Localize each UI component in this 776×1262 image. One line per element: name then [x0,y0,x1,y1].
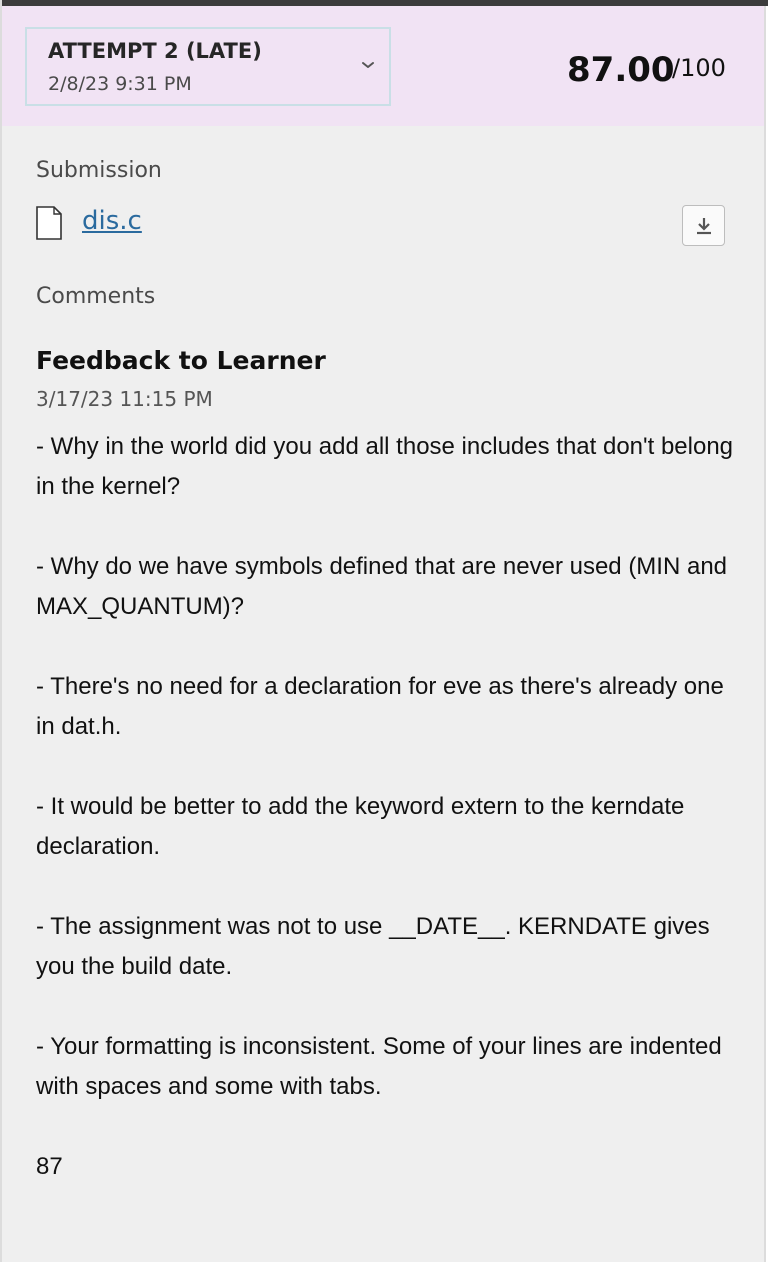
feedback-title: Feedback to Learner [36,346,326,375]
download-button[interactable] [682,205,725,246]
grading-panel: ATTEMPT 2 (LATE) 2/8/23 9:31 PM 87.00 /1… [0,0,768,1262]
feedback-paragraph: - Why in the world did you add all those… [36,433,734,500]
feedback-text: - Why in the world did you add all those… [36,427,748,1187]
attempt-score-max: /100 [672,54,726,82]
file-icon [36,206,62,240]
attempt-selector[interactable]: ATTEMPT 2 (LATE) 2/8/23 9:31 PM [25,27,391,106]
feedback-paragraph: - The assignment was not to use __DATE__… [36,913,710,980]
feedback-date: 3/17/23 11:15 PM [36,387,213,411]
submission-file-link[interactable]: dis.c [82,206,142,236]
attempt-label: ATTEMPT 2 (LATE) [48,39,262,63]
feedback-paragraph: - It would be better to add the keyword … [36,793,685,860]
attempt-date: 2/8/23 9:31 PM [48,73,192,95]
attempt-score: 87.00 [567,50,675,90]
attempt-header: ATTEMPT 2 (LATE) 2/8/23 9:31 PM 87.00 /1… [2,6,764,126]
feedback-paragraph: - Your formatting is inconsistent. Some … [36,1033,722,1100]
download-icon [697,218,711,235]
feedback-paragraph: - There's no need for a declaration for … [36,673,724,740]
submission-heading: Submission [36,158,162,183]
chevron-down-icon [362,62,374,68]
feedback-paragraph: - Why do we have symbols defined that ar… [36,553,728,620]
feedback-grade: 87 [36,1153,63,1180]
comments-heading: Comments [36,284,156,309]
